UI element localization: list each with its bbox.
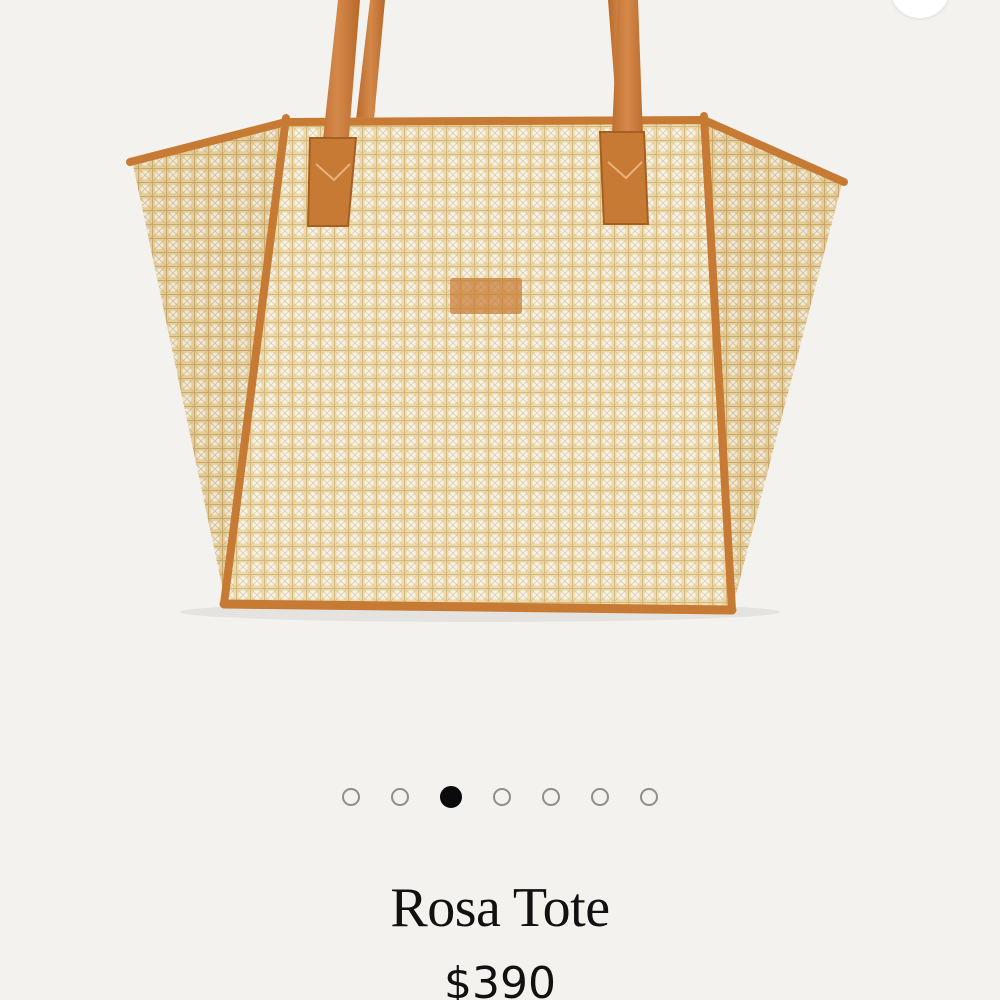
- carousel-indicators: [0, 786, 1000, 808]
- carousel-dot[interactable]: [542, 788, 560, 806]
- product-page: Rosa Tote $390: [0, 0, 1000, 1000]
- carousel-dot[interactable]: [342, 788, 360, 806]
- carousel-dot[interactable]: [591, 788, 609, 806]
- carousel-dot[interactable]: [391, 788, 409, 806]
- product-price: $390: [444, 958, 556, 1000]
- wishlist-button[interactable]: [890, 0, 950, 18]
- product-title: Rosa Tote: [390, 877, 610, 939]
- product-image[interactable]: [110, 0, 870, 640]
- carousel-dot[interactable]: [493, 788, 511, 806]
- carousel-dot-active[interactable]: [440, 786, 462, 808]
- carousel-dot[interactable]: [640, 788, 658, 806]
